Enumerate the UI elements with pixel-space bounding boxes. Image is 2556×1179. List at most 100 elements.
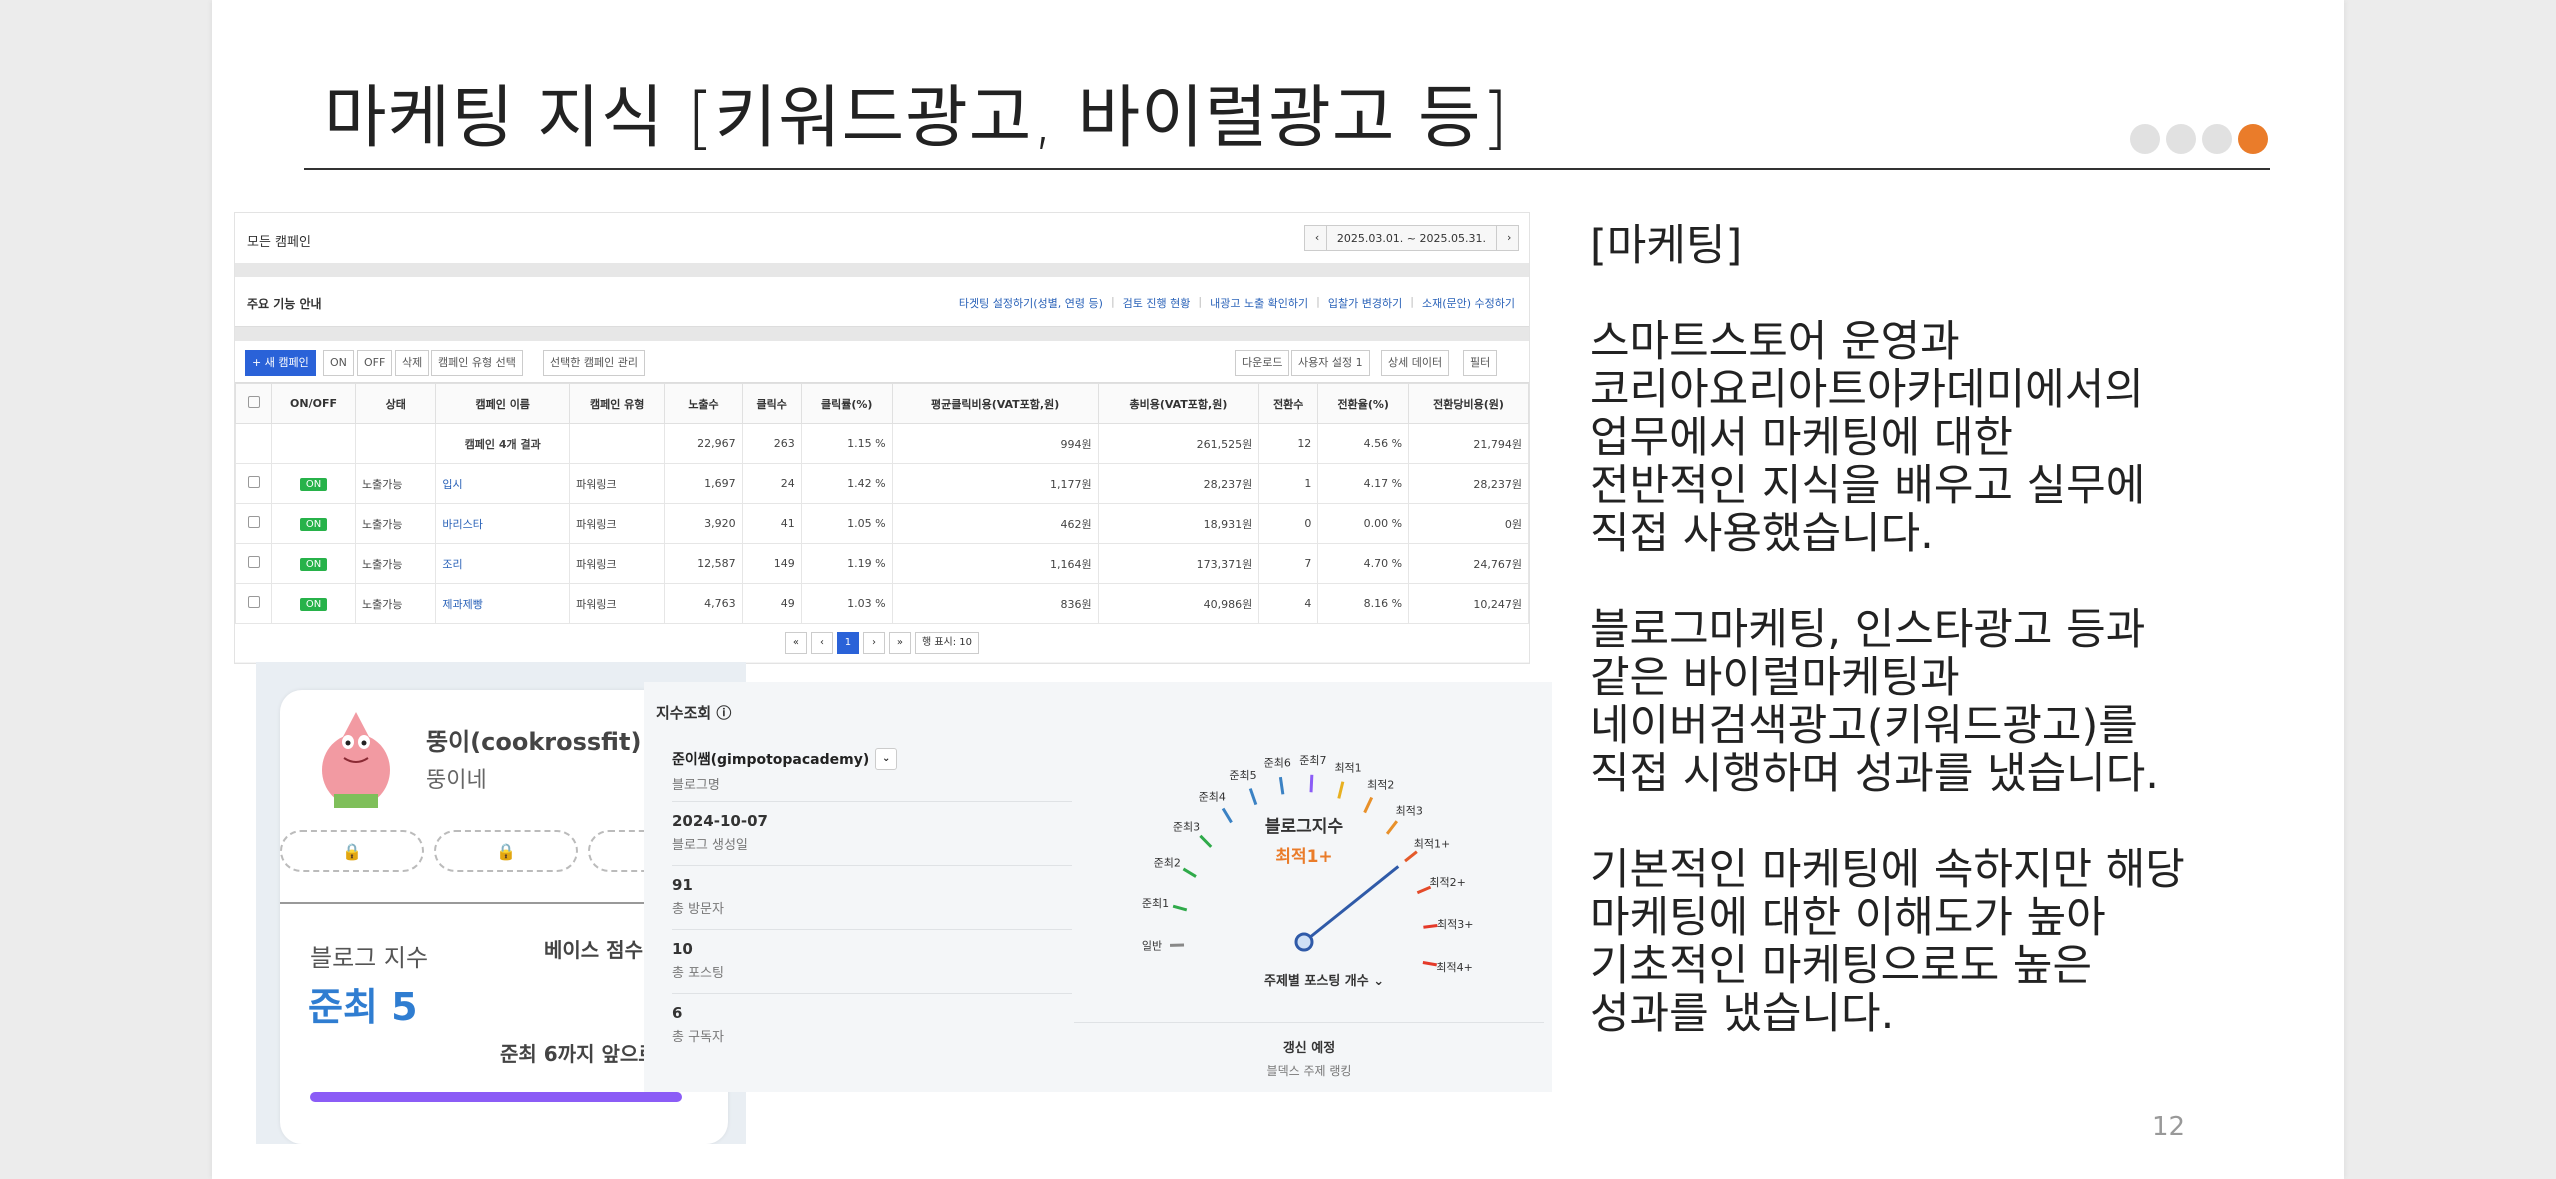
paragraph-1: 스마트스토어 운영과 코리아요리아트아카데미에서의 업무에서 마케팅에 대한 전… (1590, 317, 2146, 559)
cell: 263 (741, 423, 802, 464)
column-header[interactable]: 평균클릭비용(VAT포함,원) (891, 383, 1099, 424)
column-header[interactable]: 총비용(VAT포함,원) (1097, 383, 1260, 424)
cell: 21,794원 (1408, 423, 1529, 464)
topic-post-count-select[interactable]: 주제별 포스팅 개수 ⌄ (1264, 970, 1384, 989)
body-text: [마케팅] 스마트스토어 운영과 코리아요리아트아카데미에서의 업무에서 마케팅… (1590, 222, 2290, 1086)
progress-dot-active (2238, 124, 2268, 154)
column-header[interactable]: ON/OFF (270, 383, 357, 424)
gauge-label: 최적2+ (1429, 876, 1465, 889)
table-row: ON 노출가능 제과제빵 파워링크 4,763 49 1.03 % 836원 4… (235, 583, 1529, 624)
user-setting-select[interactable]: 사용자 설정 1 (1291, 350, 1370, 376)
profile-nickname: 뚱이네 (426, 768, 487, 793)
filter-select[interactable]: 필터 (1463, 350, 1498, 376)
index-lookup-screenshot: 지수조회 ⓘ 준이쌤(gimpotopacademy) ⌄ 블로그명 2024-… (644, 682, 1552, 1092)
campaign-toolbar: + 새 캠페인 ON OFF 삭제 캠페인 유형 선택 선택한 캠페인 관리 다… (235, 341, 1529, 383)
last-page-button[interactable]: » (888, 632, 911, 654)
gauge-label: 준최6 (1264, 756, 1291, 769)
delete-button[interactable]: 삭제 (395, 350, 430, 376)
title-divider (304, 168, 2270, 170)
on-toggle[interactable]: ON (299, 477, 328, 491)
select-all-checkbox[interactable] (247, 396, 260, 408)
rows-per-page-select[interactable]: 행 표시: 10 (914, 632, 980, 654)
index-lookup-title: 지수조회 ⓘ (656, 704, 732, 722)
guide-link[interactable]: 소재(문안) 수정하기 (1422, 295, 1515, 311)
cell: 1 (1258, 463, 1319, 504)
cell: 0 (1258, 503, 1319, 544)
profile-name: 뚱이(cookrossfit) (426, 728, 642, 756)
lock-icon: 🔒 (496, 841, 516, 861)
prev-arrow-icon[interactable]: ‹ (1305, 226, 1327, 250)
next-page-button[interactable]: › (862, 632, 885, 654)
on-toggle[interactable]: ON (299, 597, 328, 611)
guide-link[interactable]: 타겟팅 설정하기(성별, 연령 등) (959, 295, 1103, 311)
gauge-needle (1303, 865, 1400, 944)
next-arrow-icon[interactable]: › (1496, 226, 1518, 250)
campaign-link[interactable]: 조리 (435, 543, 571, 584)
column-header[interactable]: 상태 (355, 383, 437, 424)
renew-section: 갱신 예정 블덱스 주제 랭킹 (1074, 1022, 1544, 1079)
first-page-button[interactable]: « (784, 632, 807, 654)
off-button[interactable]: OFF (357, 350, 393, 376)
column-header[interactable]: 전환당비용(원) (1408, 383, 1529, 424)
created-key: 블로그 생성일 (672, 838, 748, 853)
all-campaigns-label: 모든 캠페인 (247, 235, 311, 250)
on-button[interactable]: ON (323, 350, 354, 376)
subscribers-value: 6 (672, 1004, 683, 1022)
gauge-label: 최적1 (1334, 761, 1361, 774)
download-button[interactable]: 다운로드 (1235, 350, 1290, 376)
guide-label: 주요 기능 안내 (247, 297, 322, 311)
gauge-label: 최적1+ (1414, 838, 1450, 851)
campaign-type-select[interactable]: 캠페인 유형 선택 (431, 350, 523, 376)
progress-dots (2130, 124, 2268, 154)
visitors-value: 91 (672, 876, 693, 894)
column-header[interactable]: 클릭률(%) (800, 383, 893, 424)
gauge-label: 최적3+ (1437, 918, 1473, 931)
renew-label: 갱신 예정 (1282, 1041, 1336, 1056)
progress-dot (2202, 124, 2232, 154)
cell: 1,164원 (891, 543, 1099, 584)
cell: 4,763 (664, 583, 743, 624)
gauge-tick (1199, 834, 1213, 848)
campaign-link[interactable]: 입시 (435, 463, 571, 504)
date-range-picker[interactable]: ‹ 2025.03.01. ~ 2025.05.31. › (1303, 225, 1519, 251)
row-checkbox[interactable] (247, 516, 260, 528)
campaign-link[interactable]: 바리스타 (435, 503, 571, 544)
column-header[interactable]: 캠페인 유형 (569, 383, 666, 424)
campaign-link[interactable]: 제과제빵 (435, 583, 571, 624)
column-header[interactable]: 캠페인 이름 (435, 383, 571, 424)
column-header[interactable]: 클릭수 (741, 383, 802, 424)
on-toggle[interactable]: ON (299, 557, 328, 571)
cell: 18,931원 (1097, 503, 1260, 544)
slide: 마케팅 지식 [키워드광고, 바이럴광고 등] 모든 캠페인 ‹ 2025.03… (212, 0, 2344, 1179)
blog-name-value: 준이쌤(gimpotopacademy) (672, 752, 870, 768)
guide-link[interactable]: 입찰가 변경하기 (1328, 295, 1402, 311)
on-toggle[interactable]: ON (299, 517, 328, 531)
detail-data-select[interactable]: 상세 데이터 (1381, 350, 1450, 376)
gauge-tick (1363, 796, 1374, 814)
gauge-tick (1182, 867, 1197, 878)
row-checkbox[interactable] (247, 476, 260, 488)
gauge-tick (1404, 850, 1418, 863)
gauge-label: 최적2 (1367, 779, 1394, 792)
cell: 12,587 (664, 543, 743, 584)
campaign-table: ON/OFF 상태 캠페인 이름 캠페인 유형 노출수 클릭수 클릭률(%) 평… (235, 383, 1529, 624)
cell: 0원 (1408, 503, 1529, 544)
gauge-tick (1337, 781, 1345, 799)
guide-link[interactable]: 내광고 노출 확인하기 (1210, 295, 1308, 311)
guide-link[interactable]: 검토 진행 현황 (1123, 295, 1191, 311)
cell: 파워링크 (569, 543, 666, 584)
blog-select-dropdown[interactable]: ⌄ (875, 748, 898, 770)
prev-page-button[interactable]: ‹ (810, 632, 833, 654)
page-number: 12 (2152, 1112, 2186, 1142)
slide-title: 마케팅 지식 [키워드광고, 바이럴광고 등] (324, 79, 1510, 158)
new-campaign-button[interactable]: + 새 캠페인 (245, 350, 316, 376)
manage-selected-select[interactable]: 선택한 캠페인 관리 (543, 350, 645, 376)
row-checkbox[interactable] (247, 596, 260, 608)
cell: 1.19 % (800, 543, 893, 584)
column-header[interactable]: 노출수 (664, 383, 743, 424)
column-header[interactable]: 전환수 (1258, 383, 1319, 424)
cell: 1,177원 (891, 463, 1099, 504)
row-checkbox[interactable] (247, 556, 260, 568)
column-header[interactable]: 전환율(%) (1317, 383, 1410, 424)
page-1-button[interactable]: 1 (836, 632, 859, 654)
